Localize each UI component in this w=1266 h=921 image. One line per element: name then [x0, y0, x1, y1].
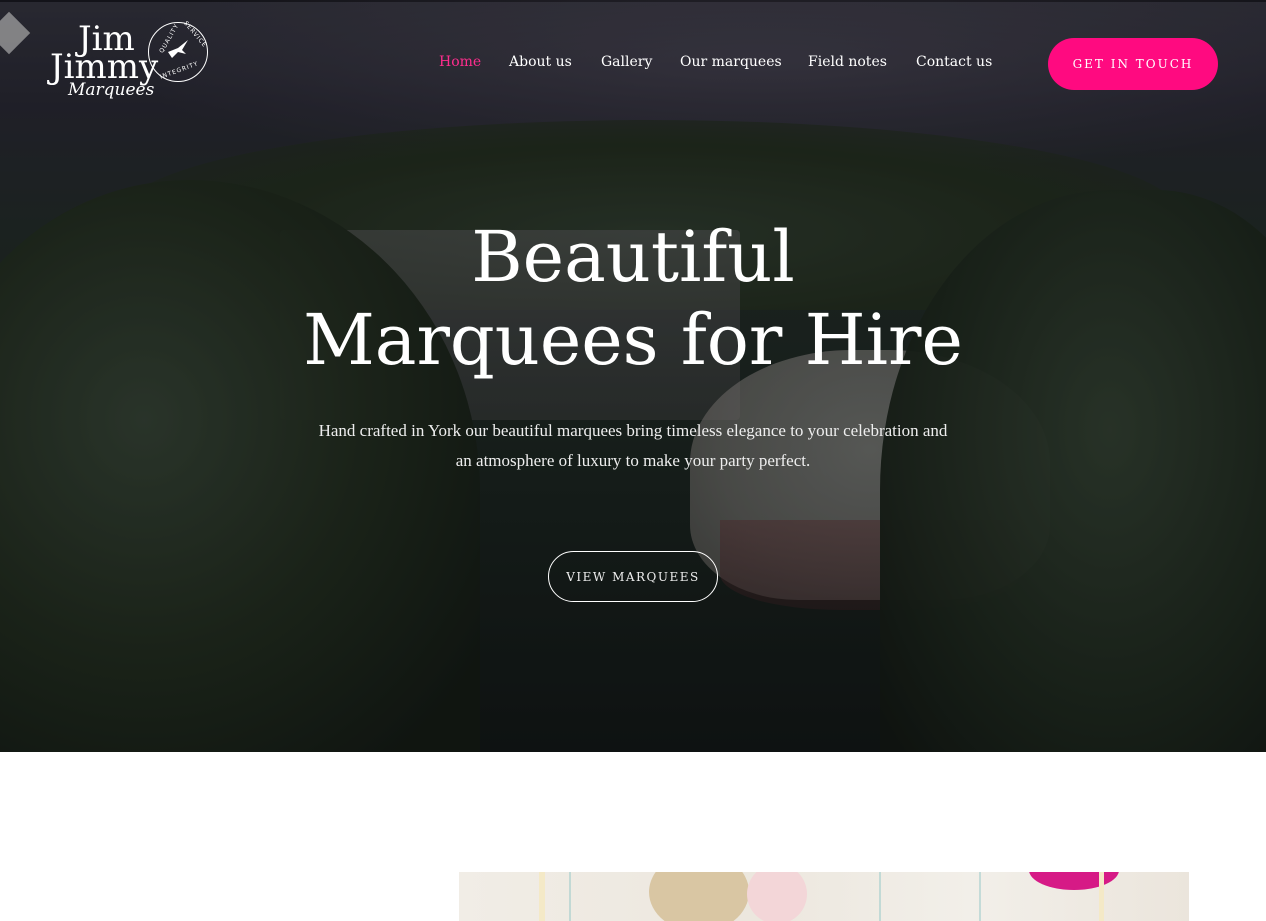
logo-word-jimmy: Jimmy	[50, 47, 159, 87]
hero-title-line2: Marquees for Hire	[303, 299, 963, 381]
nav-field-notes[interactable]: Field notes	[808, 54, 887, 70]
tent-pole	[1099, 872, 1104, 921]
hero-subtitle-line1: Hand crafted in York our beautiful marqu…	[318, 421, 948, 440]
nav-home[interactable]: Home	[439, 54, 481, 70]
hero-subtitle: Hand crafted in York our beautiful marqu…	[300, 416, 966, 476]
paper-lantern	[1029, 872, 1119, 890]
site-logo[interactable]: Jim Jimmy Marquees QUALITY SERVICE INTEG…	[46, 20, 214, 110]
paper-lantern	[747, 872, 807, 921]
ceiling-stripe	[879, 872, 881, 921]
tent-pole	[539, 872, 545, 921]
paper-lantern	[649, 872, 749, 921]
nav-about-us[interactable]: About us	[509, 54, 572, 70]
hummingbird-icon	[168, 40, 188, 58]
lanterns-photo	[459, 872, 1189, 921]
hero-subtitle-line2: an atmosphere of luxury to make your par…	[455, 451, 811, 470]
hero-title-line1: Beautiful	[471, 216, 795, 298]
get-in-touch-button[interactable]: GET IN TOUCH	[1048, 38, 1218, 90]
nav-our-marquees[interactable]: Our marquees	[680, 54, 782, 70]
ceiling-stripe	[569, 872, 571, 921]
nav-gallery[interactable]: Gallery	[601, 54, 652, 70]
view-marquees-button[interactable]: VIEW MARQUEES	[548, 551, 718, 602]
nav-contact-us[interactable]: Contact us	[916, 54, 992, 70]
ceiling-stripe	[979, 872, 981, 921]
logo-word-marquees: Marquees	[68, 80, 155, 100]
hero-section: Jim Jimmy Marquees QUALITY SERVICE INTEG…	[0, 0, 1266, 752]
